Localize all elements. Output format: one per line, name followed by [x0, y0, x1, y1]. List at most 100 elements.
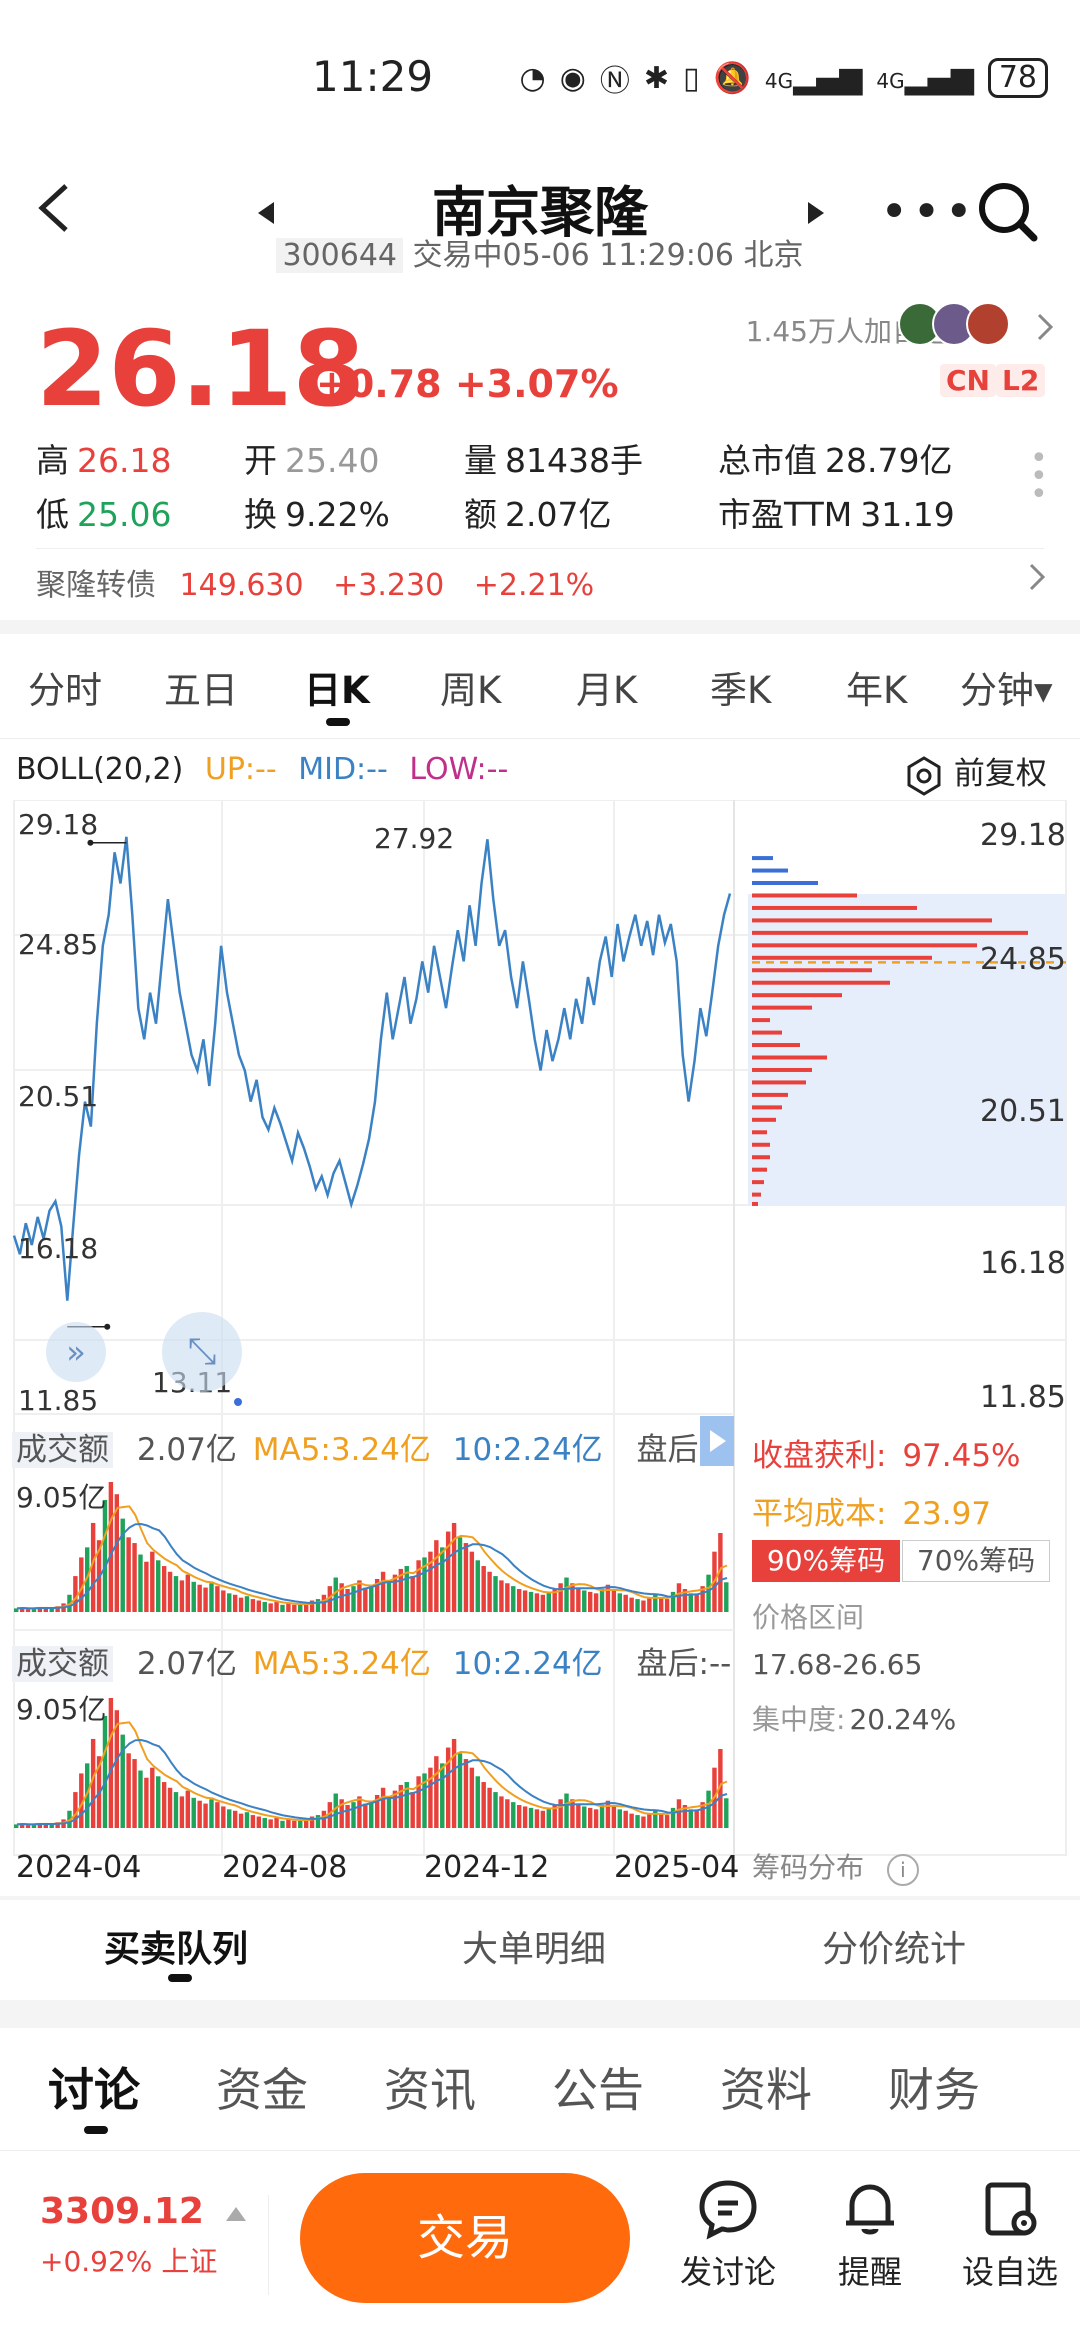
tab-5day[interactable]: 五日 [164, 660, 238, 714]
stat-mktcap: 总市值 28.79亿 [718, 441, 953, 480]
section-divider [0, 2000, 1080, 2028]
volume-bar [380, 1787, 386, 1828]
tab-discussion[interactable]: 讨论 [48, 2054, 140, 2120]
watcher-avatars[interactable] [898, 302, 1010, 346]
tab-big-orders[interactable]: 大单明细 [462, 1920, 606, 1972]
tab-minute[interactable]: 分钟▾ [960, 660, 1053, 714]
chip-bar [752, 1092, 788, 1097]
price-range-label: 价格区间 [752, 1601, 865, 1634]
trading-status: 交易中05-06 11:29:06 北京 [412, 238, 804, 273]
volume-bar [161, 1782, 167, 1828]
price-range: 17.68-26.65 [752, 1648, 923, 1681]
volume-bar [582, 1590, 587, 1612]
avatar [966, 302, 1010, 346]
cn-badge[interactable]: CN [940, 364, 996, 397]
x-tick: 2025-04 [614, 1850, 740, 1885]
volume-bar [676, 1799, 682, 1828]
volume-legend-2[interactable]: 成交额 2.07亿 MA5:3.24亿 10:2.24亿 盘后:-- [12, 1638, 731, 1683]
search-icon[interactable] [976, 180, 1040, 248]
volume-bar [274, 1601, 279, 1612]
add-watch-button[interactable]: 设自选 [950, 2177, 1070, 2293]
volume-bar [499, 1580, 504, 1612]
tab-profile[interactable]: 资料 [720, 2054, 812, 2120]
volume-bar [386, 1796, 392, 1828]
volume-bar [558, 1799, 563, 1828]
volume-bar [156, 1560, 161, 1612]
volume-bar [238, 1597, 244, 1612]
convertible-bond-row[interactable]: 聚隆转债 149.630 +3.230 +2.21% [36, 560, 1046, 604]
boll-legend[interactable]: BOLL(20,2) UP:-- MID:-- LOW:-- [16, 752, 508, 787]
price-change: +0.78 +3.07% [316, 362, 619, 406]
tab-order-queue[interactable]: 买卖队列 [104, 1920, 248, 1972]
expand-left-icon[interactable]: » [46, 1322, 106, 1382]
nfc-icon: Ⓝ [599, 64, 630, 99]
status-icons: ◔ ◉ Ⓝ ✱ ▯ 🔕 4G▂▄▆ 4G▂▄▆ 78 [520, 56, 1048, 100]
cb-pct: +2.21% [473, 568, 595, 603]
tab-monthly-k[interactable]: 月K [576, 660, 637, 714]
remind-button[interactable]: 提醒 [810, 2177, 930, 2293]
tab-quarterly-k[interactable]: 季K [710, 660, 771, 714]
y-tick-right: 11.85 [980, 1380, 1066, 1415]
volume-bar [73, 1792, 78, 1828]
tab-announcements[interactable]: 公告 [552, 2054, 644, 2120]
y-tick-left: 29.18 [18, 808, 99, 841]
discuss-button[interactable]: 发讨论 [668, 2177, 788, 2293]
volume-bar [185, 1790, 191, 1828]
tab-indicator [84, 2126, 108, 2134]
volume-bar [108, 1482, 114, 1612]
index-ticker[interactable]: 3309.12 +0.92% 上证 [40, 2191, 247, 2280]
tab-price-stats[interactable]: 分价统计 [822, 1920, 966, 1972]
tab-yearly-k[interactable]: 年K [846, 660, 907, 714]
volume-bar [197, 1584, 202, 1612]
next-stock-button[interactable] [806, 200, 826, 230]
chevron-right-icon[interactable] [1036, 312, 1054, 346]
chip-bar [752, 905, 917, 910]
status-time: 11:29 [312, 52, 434, 101]
volume-bar [664, 1599, 670, 1612]
expand-panel-icon[interactable] [700, 1416, 734, 1466]
adjust-toggle[interactable]: 前复权 [904, 748, 1047, 796]
chip-90-button[interactable]: 90%筹码 [752, 1540, 900, 1582]
volume-bar [629, 1813, 634, 1828]
watch-label: 设自选 [961, 2253, 1058, 2291]
tab-intraday[interactable]: 分时 [28, 660, 102, 714]
tab-daily-k[interactable]: 日K [304, 660, 370, 714]
volume-bar [587, 1591, 593, 1612]
trade-button[interactable]: 交易 [300, 2173, 630, 2303]
fullscreen-icon[interactable]: ⤡ [162, 1312, 242, 1392]
tab-weekly-k[interactable]: 周K [440, 660, 501, 714]
tab-news[interactable]: 资讯 [384, 2054, 476, 2120]
volume-bar [611, 1590, 617, 1612]
volume-bar [138, 1554, 143, 1612]
chevron-right-icon [1028, 562, 1046, 600]
volume-ymax-1: 9.05亿 [16, 1481, 107, 1514]
volume-bar [138, 1770, 143, 1828]
chat-icon [699, 2180, 757, 2240]
x-tick: 2024-12 [424, 1850, 550, 1885]
volume-bar [440, 1547, 445, 1612]
stat-pe: 市盈TTM 31.19 [718, 495, 955, 534]
volume-bar [156, 1776, 161, 1828]
eye-icon: ◉ [559, 60, 586, 96]
chip-70-button[interactable]: 70%筹码 [902, 1540, 1050, 1582]
index-name: 上证 [161, 2245, 218, 2278]
volume-ymax-2: 9.05亿 [16, 1693, 107, 1726]
chip-bar [752, 1201, 758, 1206]
volume-bar [522, 1590, 528, 1612]
tab-financials[interactable]: 财务 [888, 2054, 980, 2120]
stat-low: 低 25.06 [36, 495, 172, 534]
more-stats-icon[interactable]: • • • [1030, 444, 1048, 510]
volume-bar [499, 1796, 504, 1828]
volume-bar [274, 1817, 279, 1828]
chip-dist-label[interactable]: 筹码分布 i [752, 1846, 919, 1886]
volume-bar [268, 1603, 273, 1612]
tab-funds[interactable]: 资金 [216, 2054, 308, 2120]
volume-legend-1[interactable]: 成交额 2.07亿 MA5:3.24亿 10:2.24亿 盘后:-- [12, 1424, 731, 1469]
volume-bar [227, 1809, 232, 1828]
y-tick-left: 20.51 [18, 1080, 99, 1113]
more-icon[interactable]: ••• [880, 184, 977, 240]
volume-bar [540, 1810, 546, 1828]
volume-bar [144, 1777, 149, 1828]
l2-badge[interactable]: L2 [996, 364, 1046, 397]
change-percent: +3.07% [454, 362, 619, 406]
